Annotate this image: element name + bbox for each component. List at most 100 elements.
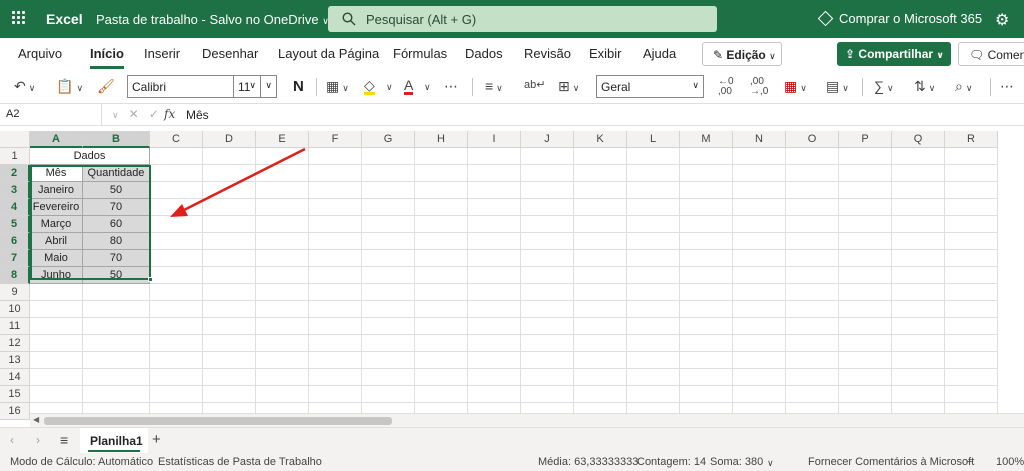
cell[interactable] — [786, 352, 839, 369]
cell[interactable] — [786, 216, 839, 233]
cell[interactable] — [150, 199, 203, 216]
undo-icon[interactable]: ↶ ∨ — [14, 78, 35, 95]
cell[interactable] — [415, 284, 468, 301]
tab-ajuda[interactable]: Ajuda — [643, 46, 676, 61]
cell[interactable] — [150, 284, 203, 301]
cell[interactable] — [945, 216, 998, 233]
column-header-b[interactable]: B — [83, 131, 150, 148]
cell[interactable] — [733, 182, 786, 199]
next-sheet-icon[interactable]: › — [36, 433, 40, 447]
month-cell[interactable]: Janeiro — [30, 182, 83, 199]
cell[interactable] — [892, 165, 945, 182]
cell[interactable] — [362, 386, 415, 403]
cell[interactable] — [415, 216, 468, 233]
cell[interactable] — [945, 182, 998, 199]
quantity-cell[interactable]: 60 — [83, 216, 150, 233]
cell[interactable] — [203, 386, 256, 403]
cell[interactable] — [521, 182, 574, 199]
cell[interactable] — [892, 182, 945, 199]
cell[interactable] — [30, 352, 83, 369]
cell[interactable] — [627, 216, 680, 233]
cell[interactable] — [468, 369, 521, 386]
cell[interactable] — [892, 352, 945, 369]
cell[interactable] — [627, 148, 680, 165]
cell[interactable] — [415, 199, 468, 216]
sort-filter-icon[interactable]: ⇅ ∨ — [914, 78, 935, 95]
cell[interactable] — [945, 165, 998, 182]
cell[interactable] — [415, 148, 468, 165]
cell[interactable] — [309, 352, 362, 369]
cell[interactable] — [150, 335, 203, 352]
tab-exibir[interactable]: Exibir — [589, 46, 622, 61]
editing-mode-button[interactable]: ✎ Edição ∨ — [702, 42, 782, 66]
cell[interactable] — [309, 386, 362, 403]
month-cell[interactable]: Maio — [30, 250, 83, 267]
cell[interactable] — [468, 165, 521, 182]
insert-function-icon[interactable]: fx — [164, 107, 175, 121]
cell[interactable] — [680, 233, 733, 250]
column-header-h[interactable]: H — [415, 131, 468, 148]
cell[interactable] — [786, 284, 839, 301]
cell[interactable] — [786, 148, 839, 165]
cell[interactable] — [150, 250, 203, 267]
cell[interactable] — [839, 233, 892, 250]
row-header-12[interactable]: 12 — [0, 335, 30, 352]
cell[interactable] — [945, 369, 998, 386]
cell[interactable] — [203, 352, 256, 369]
cell[interactable] — [786, 233, 839, 250]
cell[interactable] — [415, 301, 468, 318]
comments-button[interactable]: 🗨 Comentários — [958, 42, 1024, 66]
cell[interactable] — [256, 250, 309, 267]
cell[interactable] — [468, 148, 521, 165]
gear-icon[interactable]: ⚙ — [995, 10, 1009, 30]
column-header-g[interactable]: G — [362, 131, 415, 148]
cell[interactable] — [521, 199, 574, 216]
decrease-decimal-icon[interactable]: ←0,00 — [718, 77, 734, 97]
cell[interactable] — [786, 318, 839, 335]
column-header-f[interactable]: F — [309, 131, 362, 148]
cell[interactable] — [733, 335, 786, 352]
cell[interactable] — [892, 233, 945, 250]
paste-icon[interactable]: 📋 ∨ — [56, 78, 83, 95]
tab-dados[interactable]: Dados — [465, 46, 503, 61]
cell[interactable] — [256, 148, 309, 165]
cell[interactable] — [203, 165, 256, 182]
cell[interactable] — [468, 199, 521, 216]
cell[interactable] — [468, 318, 521, 335]
autosum-icon[interactable]: ∑ ∨ — [874, 78, 894, 94]
cell[interactable] — [627, 267, 680, 284]
fill-handle[interactable] — [148, 277, 153, 282]
increase-decimal-icon[interactable]: ,00 →,0 — [750, 77, 768, 97]
calc-mode[interactable]: Modo de Cálculo: Automático — [10, 456, 153, 468]
row-header-7[interactable]: 7 — [0, 250, 30, 267]
cell[interactable] — [203, 335, 256, 352]
cell[interactable] — [680, 267, 733, 284]
search-input[interactable]: Pesquisar (Alt + G) — [328, 6, 717, 32]
cell[interactable] — [362, 148, 415, 165]
cell[interactable] — [521, 369, 574, 386]
cell[interactable] — [892, 335, 945, 352]
cell[interactable] — [574, 233, 627, 250]
buy-microsoft-365-button[interactable]: Comprar o Microsoft 365 — [817, 10, 982, 27]
cell[interactable] — [521, 250, 574, 267]
cell[interactable] — [839, 284, 892, 301]
cell[interactable] — [83, 386, 150, 403]
cell[interactable] — [521, 233, 574, 250]
cell[interactable] — [839, 335, 892, 352]
cell[interactable] — [150, 165, 203, 182]
cell[interactable] — [309, 216, 362, 233]
cell[interactable] — [945, 148, 998, 165]
tab-inicio[interactable]: Início — [90, 46, 124, 69]
row-header-9[interactable]: 9 — [0, 284, 30, 301]
format-painter-icon[interactable]: 🖌 — [97, 78, 115, 95]
cell[interactable] — [203, 284, 256, 301]
cell[interactable] — [362, 165, 415, 182]
cell[interactable] — [627, 369, 680, 386]
scrollbar-thumb[interactable] — [44, 417, 392, 425]
column-header-k[interactable]: K — [574, 131, 627, 148]
cell[interactable] — [256, 369, 309, 386]
cell[interactable] — [30, 369, 83, 386]
cell[interactable] — [30, 318, 83, 335]
font-size-select[interactable]: 11 ∨ — [233, 75, 277, 98]
column-header-j[interactable]: J — [521, 131, 574, 148]
